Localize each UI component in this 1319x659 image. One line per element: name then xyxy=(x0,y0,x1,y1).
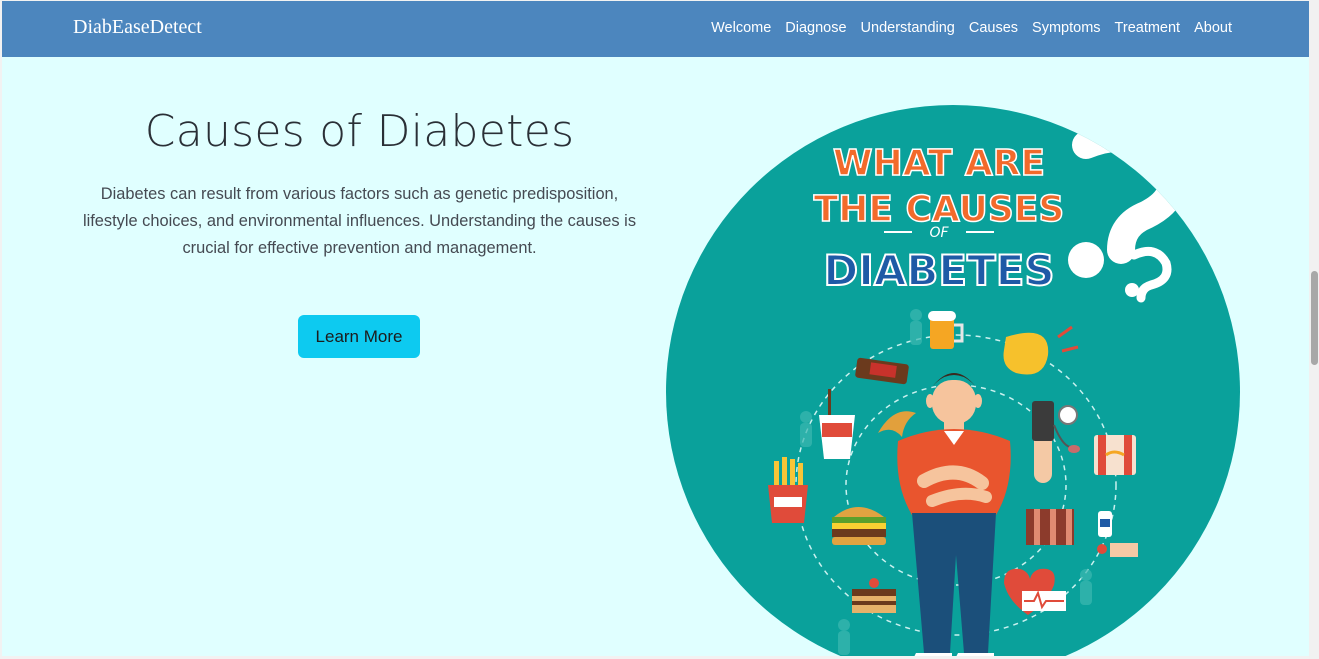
nav-link-welcome[interactable]: Welcome xyxy=(711,20,771,36)
nav-link-treatment[interactable]: Treatment xyxy=(1115,20,1181,36)
nav-link-causes[interactable]: Causes xyxy=(969,20,1018,36)
brand-logo[interactable]: DiabEaseDetect xyxy=(73,16,202,39)
navbar: DiabEaseDetect Welcome Diagnose Understa… xyxy=(2,1,1309,57)
page-title: Causes of Diabetes xyxy=(144,106,575,157)
nav-link-symptoms[interactable]: Symptoms xyxy=(1032,20,1101,36)
image-headline-line4: DIABETES xyxy=(823,246,1054,295)
nav-link-about[interactable]: About xyxy=(1194,20,1232,36)
scrollbar-thumb[interactable] xyxy=(1311,271,1318,365)
image-headline-line2: THE CAUSES xyxy=(814,189,1065,230)
blood-vessel-icon xyxy=(1094,435,1136,475)
page: DiabEaseDetect Welcome Diagnose Understa… xyxy=(2,1,1309,656)
nav-link-diagnose[interactable]: Diagnose xyxy=(785,20,846,36)
nav-link-understanding[interactable]: Understanding xyxy=(861,20,955,36)
hero-description: Diabetes can result from various factors… xyxy=(82,185,637,257)
hero-text: Causes of Diabetes Diabetes can result f… xyxy=(72,106,647,262)
nav-links: Welcome Diagnose Understanding Causes Sy… xyxy=(711,20,1232,36)
image-headline-line1: WHAT ARE xyxy=(833,143,1045,184)
image-headline-line3: OF xyxy=(929,225,949,241)
causes-of-diabetes-illustration: WHAT ARE THE CAUSES OF DIABETES xyxy=(666,105,1240,656)
artery-icon xyxy=(1026,509,1074,545)
learn-more-button[interactable]: Learn More xyxy=(298,315,420,358)
